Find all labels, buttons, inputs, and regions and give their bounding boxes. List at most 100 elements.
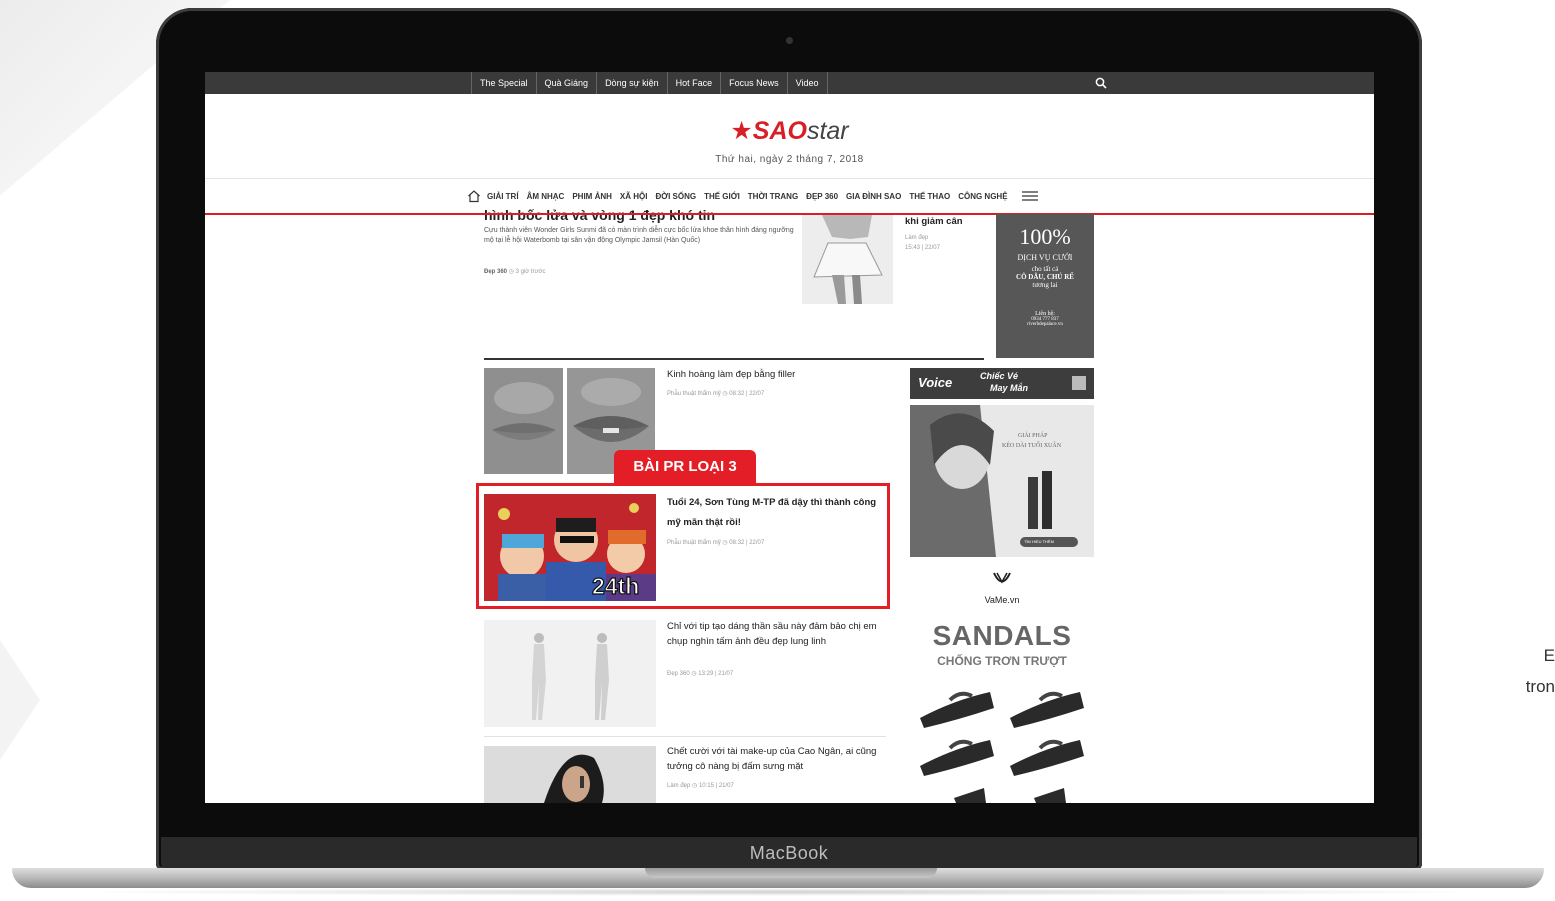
voice-banner-text1: Voice	[918, 375, 953, 390]
article-3-title[interactable]: Chỉ với tip tạo dáng thần sầu này đảm bả…	[667, 619, 883, 649]
category-phim-anh[interactable]: PHIM ẢNH	[572, 192, 612, 201]
category-nav: GIẢI TRÍ ÂM NHẠC PHIM ẢNH XÃ HỘI ĐỜI SỐN…	[467, 188, 1038, 204]
sandals-product-image	[920, 691, 1084, 803]
laptop-brand-label: MacBook	[749, 843, 829, 863]
article-3-time: 13:29 | 21/07	[698, 671, 734, 677]
top-nav-dong-su-kien[interactable]: Dòng sự kiện	[596, 72, 667, 94]
side-article-time: 15:43 | 22/07	[905, 245, 940, 251]
top-nav-qua-giang[interactable]: Quà Giáng	[535, 72, 597, 94]
category-doi-song[interactable]: ĐỜI SỐNG	[655, 192, 696, 201]
son-tung-image: 24th	[484, 494, 656, 601]
lead-article-meta: Đẹp 360 ◷ 3 giờ trước	[484, 268, 546, 275]
category-am-nhac[interactable]: ÂM NHẠC	[527, 192, 565, 201]
side-article-category: Làm đẹp	[905, 235, 929, 241]
current-date: Thứ hai, ngày 2 tháng 7, 2018	[715, 154, 864, 165]
ad-couples: CÔ DÂU, CHÚ RỂ	[1016, 273, 1074, 281]
article-1-time: 08:32 | 22/07	[729, 391, 765, 397]
top-nav-the-special[interactable]: The Special	[471, 72, 536, 94]
search-icon[interactable]	[1095, 77, 1107, 89]
category-giai-tri[interactable]: GIẢI TRÍ	[487, 192, 519, 201]
laptop-chin: MacBook	[161, 837, 1417, 869]
sandals-ad-headline: SANDALS	[932, 620, 1072, 651]
dancer-image	[802, 215, 893, 304]
article-1-category[interactable]: Phẫu thuật thẩm mỹ	[667, 391, 721, 397]
laptop-shadow	[60, 888, 1500, 896]
side-text-line2: tron	[1525, 677, 1555, 696]
article-4-photo[interactable]	[484, 746, 656, 803]
webcam	[786, 37, 793, 44]
ad-percent: 100%	[1019, 224, 1071, 249]
side-text-line1: E	[1543, 646, 1555, 665]
beauty-ad-line2: KÉO DÀI TUỔI XUÂN	[1002, 443, 1062, 449]
article-3-meta: Đẹp 360 ◷ 13:29 | 21/07	[667, 670, 733, 677]
article-2-title[interactable]: Tuổi 24, Sơn Tùng M-TP đã dậy thì thành …	[667, 493, 885, 533]
voice-banner-text2: Chiếc Vé	[980, 371, 1019, 381]
hamburger-menu-icon[interactable]	[1021, 190, 1038, 202]
logo-sao: SAO	[752, 117, 807, 145]
category-xa-hoi[interactable]: XÃ HỘI	[620, 192, 648, 201]
article-3-category[interactable]: Đẹp 360	[667, 671, 690, 677]
top-nav-video[interactable]: Video	[786, 72, 828, 94]
voice-banner-text3: May Mắn	[990, 383, 1029, 393]
background-wedge-small	[0, 640, 40, 760]
voice-banner[interactable]: Voice Chiếc Vé May Mắn	[910, 368, 1094, 399]
laptop-base-notch	[645, 868, 937, 878]
top-nav-focus-news[interactable]: Focus News	[720, 72, 787, 94]
sticky-nav-red-line	[205, 213, 1374, 215]
article-1-title[interactable]: Kinh hoàng làm đẹp bằng filler	[667, 367, 887, 382]
category-the-thao[interactable]: THỂ THAO	[909, 192, 950, 201]
sandals-ad-banner[interactable]: VaMe.vn SANDALS CHỐNG TRƠN TRƯỢT	[910, 562, 1094, 803]
voice-banner-icon	[1072, 376, 1086, 390]
category-cong-nghe[interactable]: CÔNG NGHỆ	[958, 192, 1007, 201]
article-3-photo[interactable]	[484, 620, 656, 727]
category-gia-dinh-sao[interactable]: GIA ĐÌNH SAO	[846, 192, 901, 201]
article-1-photo-left[interactable]	[484, 368, 563, 474]
ad-service: DỊCH VỤ CƯỚI	[1017, 253, 1073, 262]
lead-article-category[interactable]: Đẹp 360	[484, 269, 507, 275]
clock-icon: ◷	[508, 269, 516, 275]
site-logo[interactable]: ★SAOstar	[205, 116, 1374, 146]
ad-for-all: cho tất cả	[1031, 265, 1059, 273]
category-the-gioi[interactable]: THẾ GIỚI	[704, 192, 740, 201]
top-nav-items: The Special Quà Giáng Dòng sự kiện Hot F…	[471, 72, 828, 94]
clock-icon: ◷	[692, 783, 699, 789]
beauty-ad-button[interactable]: TÌM HIỂU THÊM	[1024, 539, 1054, 544]
logo-star-word: star	[806, 117, 849, 145]
article-4-title[interactable]: Chết cười với tài make-up của Cao Ngân, …	[667, 744, 885, 774]
section-divider	[484, 358, 984, 360]
article-4-meta: Làm đẹp ◷ 10:15 | 21/07	[667, 782, 734, 789]
side-article-title[interactable]: khi giảm cân	[905, 216, 963, 227]
ad-website: riverhdepalace.vn	[1027, 322, 1063, 327]
lead-article-description: Cựu thành viên Wonder Girls Sunmi đã có …	[484, 227, 794, 244]
lead-article-time: 3 giờ trước	[515, 269, 546, 275]
top-nav-bar: The Special Quà Giáng Dòng sự kiện Hot F…	[205, 72, 1374, 94]
article-2-time: 08:32 | 22/07	[729, 540, 765, 546]
laptop-screen: The Special Quà Giáng Dòng sự kiện Hot F…	[205, 72, 1374, 803]
article-4-category[interactable]: Làm đẹp	[667, 783, 690, 789]
ad-future: tương lai	[1032, 281, 1058, 289]
article-2-meta: Phẫu thuật thẩm mỹ ◷ 08:32 | 22/07	[667, 539, 764, 546]
article-2-badge: 24th	[592, 573, 639, 599]
beauty-ad-line1: GIẢI PHÁP	[1018, 433, 1048, 439]
pr-label-tag: BÀI PR LOẠI 3	[614, 450, 756, 484]
category-dep-360[interactable]: ĐẸP 360	[806, 192, 838, 201]
article-1-meta: Phẫu thuật thẩm mỹ ◷ 08:32 | 22/07	[667, 390, 764, 397]
lips-before-image	[484, 368, 563, 474]
logo-star-icon: ★	[730, 117, 753, 145]
sandals-ad-subline: CHỐNG TRƠN TRƯỢT	[937, 654, 1067, 668]
side-article-photo[interactable]	[802, 215, 893, 304]
lead-article-title[interactable]: hình bốc lửa và vòng 1 đẹp khó tin	[484, 207, 784, 223]
makeup-image	[484, 746, 656, 803]
beauty-ad-image	[910, 405, 1094, 557]
category-thoi-trang[interactable]: THỜI TRANG	[748, 192, 798, 201]
article-2-category[interactable]: Phẫu thuật thẩm mỹ	[667, 540, 721, 546]
article-divider	[484, 736, 886, 737]
home-icon[interactable]	[467, 189, 481, 203]
top-nav-hot-face[interactable]: Hot Face	[666, 72, 721, 94]
posing-image	[484, 620, 656, 727]
article-2-photo[interactable]: 24th	[484, 494, 656, 601]
beauty-ad-banner[interactable]: GIẢI PHÁP KÉO DÀI TUỔI XUÂN TÌM HIỂU THÊ…	[910, 405, 1094, 557]
vame-logo-icon	[993, 572, 1011, 584]
wedding-ad-banner[interactable]: 100% DỊCH VỤ CƯỚI cho tất cả CÔ DÂU, CHÚ…	[996, 214, 1094, 358]
sandals-ad-brand: VaMe.vn	[984, 595, 1020, 605]
